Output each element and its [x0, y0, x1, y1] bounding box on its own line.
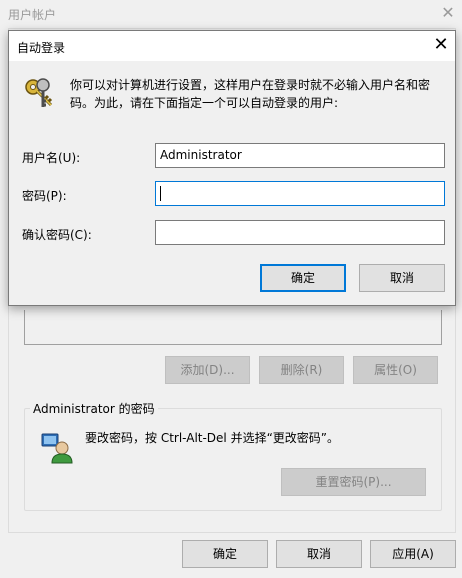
dialog-titlebar: [9, 31, 455, 61]
confirm-password-field[interactable]: [155, 220, 445, 245]
reset-password-button[interactable]: 重置密码(P)...: [281, 468, 426, 496]
user-icon: [40, 430, 74, 464]
properties-button[interactable]: 属性(O): [353, 356, 438, 384]
user-list[interactable]: [24, 310, 442, 345]
confirm-password-label: 确认密码(C):: [22, 228, 92, 242]
close-icon[interactable]: ✕: [437, 2, 459, 24]
dialog-description: 你可以对计算机进行设置，这样用户在登录时就不必输入用户名和密码。为此，请在下面指…: [70, 78, 431, 110]
close-icon[interactable]: ✕: [429, 33, 453, 57]
dialog-cancel-button[interactable]: 取消: [359, 264, 445, 292]
change-password-message: 要改密码，按 Ctrl-Alt-Del 并选择“更改密码”。: [85, 431, 340, 445]
auto-logon-dialog: 自动登录 ✕ 你可以对计算机进行设置，这样用户在登录时就不必输入用户名和密码。为…: [8, 30, 456, 306]
text-caret: [160, 186, 161, 201]
add-button[interactable]: 添加(D)...: [165, 356, 250, 384]
keys-icon: [21, 75, 57, 111]
ok-button[interactable]: 确定: [182, 540, 268, 568]
password-field[interactable]: [155, 181, 445, 206]
username-label: 用户名(U):: [22, 151, 81, 165]
cancel-button[interactable]: 取消: [276, 540, 362, 568]
password-group-title: Administrator 的密码: [30, 400, 158, 417]
dialog-title: 自动登录: [17, 41, 66, 55]
remove-button[interactable]: 删除(R): [259, 356, 344, 384]
window-title: 用户帐户: [8, 8, 57, 22]
password-label: 密码(P):: [22, 189, 67, 203]
apply-button[interactable]: 应用(A): [370, 540, 456, 568]
dialog-ok-button[interactable]: 确定: [260, 264, 346, 292]
username-field[interactable]: Administrator: [155, 143, 445, 168]
